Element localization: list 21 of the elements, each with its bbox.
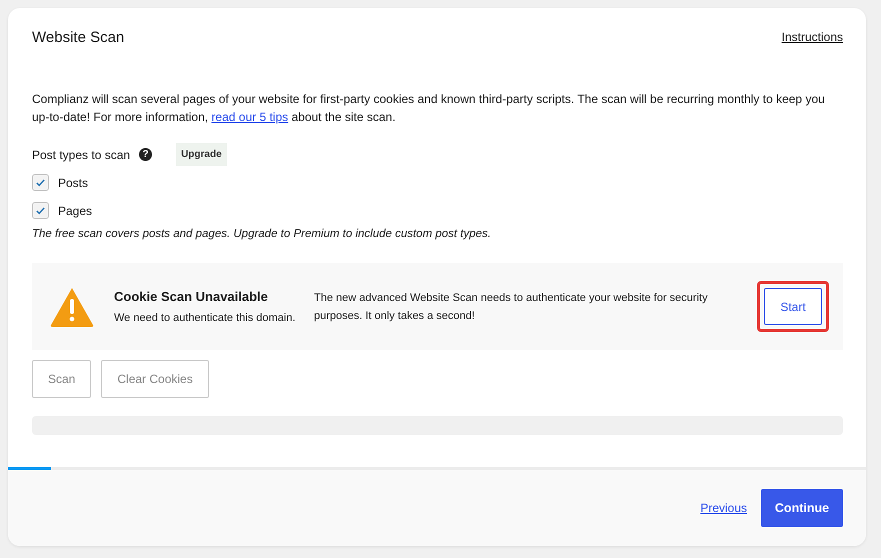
warning-icon	[49, 286, 95, 328]
checkbox-label: Posts	[58, 176, 88, 190]
checkbox[interactable]	[32, 202, 49, 219]
checkbox-label: Pages	[58, 204, 92, 218]
intro-text: Complianz will scan several pages of your website for first-party cookies and known third-party scripts. The scan will be recurring monthly to keep you up-to-date! For more information, read our 5 tips about the site scan.	[32, 91, 826, 126]
instructions-link[interactable]: Instructions	[782, 30, 843, 44]
help-icon[interactable]: ?	[139, 148, 152, 161]
checkbox[interactable]	[32, 174, 49, 191]
start-button[interactable]: Start	[764, 288, 822, 325]
notice-message: The new advanced Website Scan needs to authenticate your website for security purposes. It only takes a second!	[314, 290, 709, 324]
field-label: Post types to scan	[32, 148, 130, 162]
continue-button[interactable]: Continue	[761, 489, 843, 527]
notice-subtitle: We need to authenticate this domain.	[114, 312, 296, 324]
previous-link[interactable]: Previous	[700, 501, 747, 515]
notice-title: Cookie Scan Unavailable	[114, 289, 269, 304]
tips-link[interactable]: read our 5 tips	[211, 110, 288, 124]
checkmark-icon	[35, 205, 46, 216]
section-title: Website Scan	[32, 28, 124, 46]
note-text: The free scan covers posts and pages. Upgrade to Premium to include custom post types.	[32, 228, 492, 240]
checkmark-icon	[35, 177, 46, 188]
upgrade-badge[interactable]: Upgrade	[176, 143, 227, 166]
